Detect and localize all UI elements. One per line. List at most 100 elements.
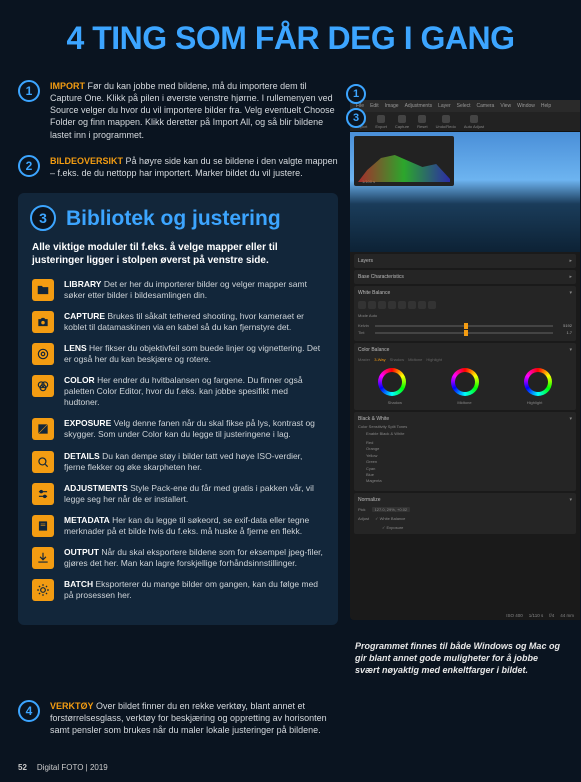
menu-item[interactable]: Help [541, 103, 551, 109]
menu-item[interactable]: Layer [438, 103, 451, 109]
shot-badge-3: 3 [346, 108, 366, 128]
panel-title: Bibliotek og justering [66, 207, 324, 231]
menu-item[interactable]: Image [385, 103, 399, 109]
color-icon [32, 375, 54, 397]
step-2: 2 BILDEOVERSIKT På høyre side kan du se … [18, 155, 338, 179]
bw-section: Black & White▾ Color Sensitivity Split T… [354, 412, 576, 491]
module-row: DETAILS Du kan dempe støy i bilder tatt … [32, 451, 324, 473]
module-row: METADATA Her kan du legge til søkeord, s… [32, 515, 324, 537]
bw-enable[interactable]: Enable Black & White [358, 429, 572, 438]
wb-dot[interactable] [358, 301, 366, 309]
panel-intro: Alle viktige moduler til f.eks. å velge … [32, 241, 324, 267]
base-section: Base Characteristics▸ [354, 270, 576, 284]
adjust-icon [32, 483, 54, 505]
module-row: CAPTURE Brukes til såkalt tethered shoot… [32, 311, 324, 333]
wb-mode-value: Auto [369, 313, 377, 318]
toolbar-item[interactable]: Export [375, 115, 387, 129]
infobar-value: 1/110 s [529, 613, 543, 618]
module-text: METADATA Her kan du legge til søkeord, s… [64, 515, 324, 537]
details-icon [32, 451, 54, 473]
colorbalance-section: Color Balance ▾ Master 3-Way Shadow Midtone H… [354, 343, 576, 410]
whitebalance-section: White Balance▾ Mode Auto Kelvin5192Tint1… [354, 286, 576, 341]
wheel-label: Shadow [388, 400, 402, 405]
module-text: EXPOSURE Velg denne fanen når du skal fi… [64, 418, 324, 440]
step-1: 1 IMPORT Før du kan jobbe med bildene, m… [18, 80, 338, 141]
infobar-value: f/4 [549, 613, 554, 618]
screenshot-caption: Programmet finnes til både Windows og Ma… [355, 640, 565, 676]
badge-1: 1 [18, 80, 40, 102]
cb-tab[interactable]: Highlight [426, 357, 442, 362]
module-text: LENS Her fikser du objektivfeil som bued… [64, 343, 324, 365]
wb-dot[interactable] [408, 301, 416, 309]
module-row: EXPOSURE Velg denne fanen når du skal fi… [32, 418, 324, 440]
cb-tab[interactable]: Midtone [408, 357, 422, 362]
histogram-panel: 1/100 s [354, 136, 454, 186]
badge-4: 4 [18, 700, 40, 722]
module-text: DETAILS Du kan dempe støy i bilder tatt … [64, 451, 324, 473]
toolbar-item[interactable]: Capture [395, 115, 409, 129]
wb-dot[interactable] [428, 301, 436, 309]
cb-tab[interactable]: Shadow [390, 357, 404, 362]
module-row: LIBRARY Det er her du importerer bilder … [32, 279, 324, 301]
page-headline: 4 TING SOM FÅR DEG I GANG [0, 20, 581, 57]
wheel-shadow[interactable] [378, 368, 406, 396]
badge-3: 3 [30, 205, 56, 231]
chevron-down-icon: ▾ [569, 497, 572, 503]
module-row: OUTPUT Når du skal eksportere bildene so… [32, 547, 324, 569]
toolbar-item[interactable]: Auto Adjust [464, 115, 484, 129]
bw-channel[interactable]: Magenta [366, 478, 572, 484]
module-row: ADJUSTMENTS Style Pack-ene du får med gr… [32, 483, 324, 505]
menu-item[interactable]: View [500, 103, 511, 109]
histogram-info: 1/100 s [362, 179, 375, 184]
slider-row[interactable]: Kelvin5192 [358, 323, 572, 328]
cb-tab[interactable]: Master [358, 357, 370, 362]
module-text: ADJUSTMENTS Style Pack-ene du får med gr… [64, 483, 324, 505]
chevron-down-icon: ▾ [569, 347, 572, 353]
app-menubar: FileEditImageAdjustmentsLayerSelectCamer… [350, 100, 580, 112]
wheel-label: Midtone [457, 400, 471, 405]
menu-item[interactable]: Select [457, 103, 471, 109]
wb-dot[interactable] [368, 301, 376, 309]
layers-section: Layers ▸ [354, 254, 576, 268]
wb-dot[interactable] [398, 301, 406, 309]
wb-dot[interactable] [378, 301, 386, 309]
infobar-value: ISO 400 [506, 613, 523, 618]
normalize-section: Normalize▾ Pick 127.0, 29%, +0.02 Adjust… [354, 493, 576, 534]
toolbar-icon [418, 115, 426, 123]
wb-dot[interactable] [418, 301, 426, 309]
wheel-highlight[interactable] [524, 368, 552, 396]
module-text: COLOR Her endrer du hvitbalansen og farg… [64, 375, 324, 408]
cb-tab[interactable]: 3-Way [374, 357, 385, 362]
slider-row[interactable]: Tint1.7 [358, 330, 572, 335]
left-column: 1 IMPORT Før du kan jobbe med bildene, m… [18, 80, 338, 625]
toolbar-icon [470, 115, 478, 123]
step-4: 4 VERKTØY Over bildet finner du en rekke… [18, 700, 338, 736]
layers-title: Layers [358, 258, 373, 264]
step-4-lead: VERKTØY [50, 701, 94, 711]
chevron-down-icon: ▾ [569, 290, 572, 296]
toolbar-item[interactable]: Reset [417, 115, 427, 129]
wb-dot[interactable] [388, 301, 396, 309]
nm-check-exposure[interactable]: ✓ Exposure [382, 525, 403, 530]
chevron-icon: ▸ [569, 258, 572, 264]
right-column: 1 3 FileEditImageAdjustmentsLayerSelectC… [350, 80, 570, 640]
module-row: BATCH Eksporterer du mange bilder om gan… [32, 579, 324, 601]
menu-item[interactable]: Camera [477, 103, 495, 109]
bw-channels: RedOrangeYellowGreenCyanBlueMagenta [358, 438, 572, 489]
page-footer: 52 Digital FOTO | 2019 [18, 763, 108, 772]
menu-item[interactable]: Adjustments [405, 103, 433, 109]
module-row: LENS Her fikser du objektivfeil som bued… [32, 343, 324, 365]
menu-item[interactable]: Window [517, 103, 535, 109]
chevron-icon: ▸ [569, 274, 572, 280]
cb-title: Color Balance [358, 347, 389, 353]
screenshot-badges: 1 3 [346, 84, 366, 132]
menu-item[interactable]: Edit [370, 103, 379, 109]
toolbar-item[interactable]: Undo/Redo [436, 115, 456, 129]
step-1-lead: IMPORT [50, 81, 85, 91]
nm-pick-value: 127.0, 29%, +0.02 [372, 507, 411, 512]
nm-check-wb[interactable]: ✓ White Balance [375, 516, 405, 521]
step-1-body: Før du kan jobbe med bildene, må du impo… [50, 81, 335, 140]
wheel-midtone[interactable] [451, 368, 479, 396]
app-screenshot: FileEditImageAdjustmentsLayerSelectCamer… [350, 100, 580, 620]
wheel-label: Highlight [527, 400, 543, 405]
